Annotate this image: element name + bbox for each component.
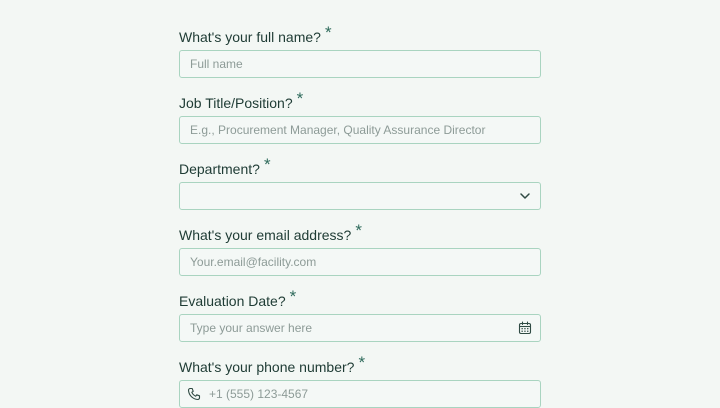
email-input[interactable] — [180, 249, 540, 275]
department-selected-value — [180, 183, 540, 209]
full-name-label: What's your full name? * — [179, 23, 332, 45]
required-mark: * — [263, 155, 271, 174]
full-name-input-box[interactable] — [179, 50, 541, 78]
email-label: What's your email address? * — [179, 221, 362, 243]
evaluation-date-input[interactable] — [180, 315, 540, 341]
phone-icon — [187, 387, 201, 401]
department-label: Department? * — [179, 155, 271, 177]
job-title-input[interactable] — [180, 117, 540, 143]
evaluation-date-input-box[interactable] — [179, 314, 541, 342]
email-input-box[interactable] — [179, 248, 541, 276]
required-mark: * — [324, 23, 332, 42]
phone-input[interactable] — [201, 381, 540, 407]
required-mark: * — [355, 221, 362, 240]
calendar-icon[interactable] — [518, 321, 532, 335]
evaluation-date-label: Evaluation Date? * — [179, 287, 297, 309]
required-mark: * — [358, 353, 366, 372]
chevron-down-icon[interactable] — [518, 189, 532, 203]
job-title-input-box[interactable] — [179, 116, 541, 144]
full-name-input[interactable] — [180, 51, 540, 77]
phone-label: What's your phone number? * — [179, 353, 366, 375]
department-select[interactable] — [179, 182, 541, 210]
required-mark: * — [296, 89, 304, 108]
job-title-label: Job Title/Position? * — [179, 89, 304, 111]
phone-input-box[interactable] — [179, 380, 541, 408]
required-mark: * — [289, 287, 297, 306]
